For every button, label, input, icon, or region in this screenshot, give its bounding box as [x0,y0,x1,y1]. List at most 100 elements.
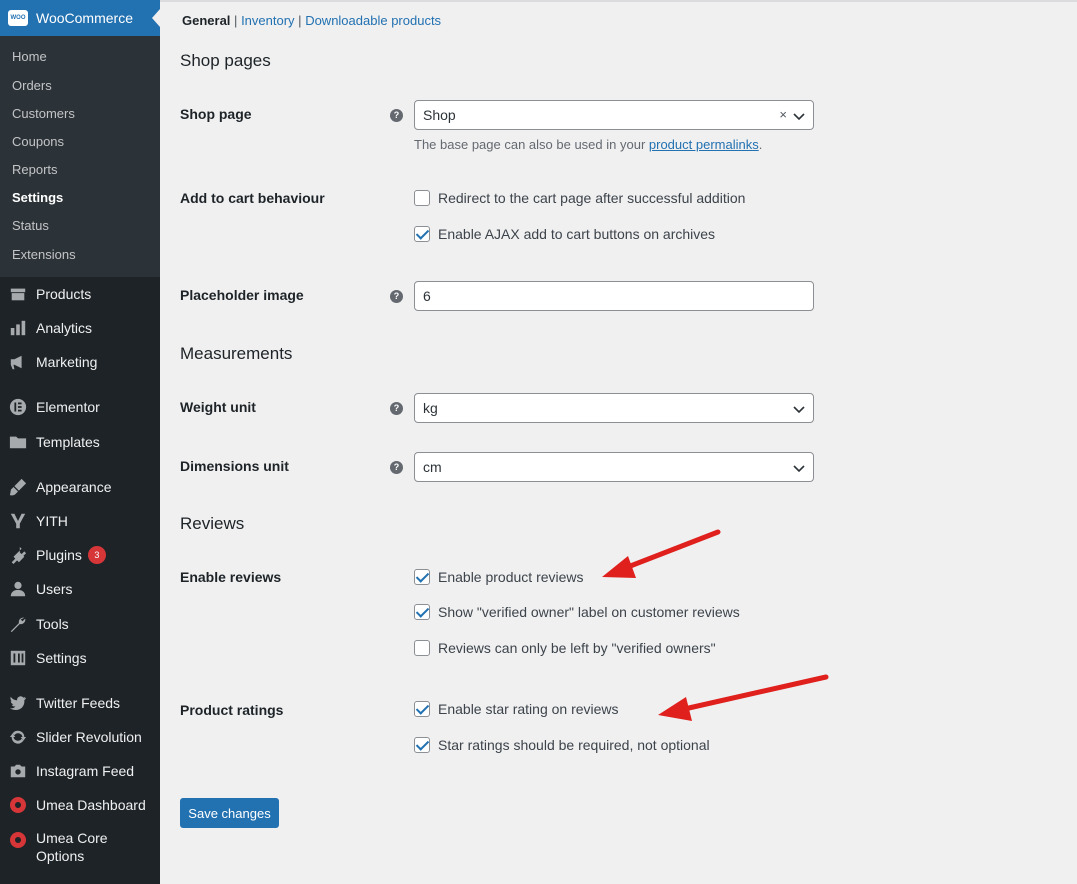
ajax-add-to-cart-checkbox[interactable]: Enable AJAX add to cart buttons on archi… [414,226,715,242]
sidebar-item-label: Umea Core Options [36,830,108,864]
sidebar-item-analytics[interactable]: Analytics [0,313,160,343]
enable-star-rating-checkbox[interactable]: Enable star rating on reviews [414,701,619,717]
checkbox-box[interactable] [414,701,430,717]
placeholder-image-input[interactable]: 6 [414,281,814,311]
verified-owners-only-checkbox[interactable]: Reviews can only be left by "verified ow… [414,640,716,656]
sidebar-item-label: Products [36,286,92,302]
marketing-icon [8,352,28,372]
camera-icon [8,761,28,781]
enable-product-reviews-checkbox[interactable]: Enable product reviews [414,569,584,585]
sidebar-item-tools[interactable]: Tools [0,609,160,639]
sidebar-item-woocommerce[interactable]: WOO WooCommerce [0,0,160,36]
weight-unit-select[interactable]: kg [414,393,814,423]
annotation-arrow-icon [602,529,721,578]
analytics-icon [8,318,28,338]
submenu-item-orders[interactable]: Orders [12,78,52,93]
help-icon[interactable]: ? [390,290,403,303]
plugin-icon [8,545,28,565]
section-subnav: General | Inventory | Downloadable produ… [182,13,441,28]
clear-icon[interactable]: × [779,107,787,122]
checkbox-box[interactable] [414,604,430,620]
section-heading-shop-pages: Shop pages [180,51,271,70]
sidebar-item-plugins[interactable]: Plugins 3 [0,540,160,570]
help-icon[interactable]: ? [390,402,403,415]
product-ratings-label: Product ratings [180,702,284,718]
submenu-item-status[interactable]: Status [12,218,49,233]
yith-icon [8,511,28,531]
checkbox-label: Enable product reviews [438,569,584,585]
verified-owner-label-checkbox[interactable]: Show "verified owner" label on customer … [414,604,740,620]
products-icon [8,284,28,304]
subnav-inventory[interactable]: Inventory [241,13,294,28]
umea-icon [10,832,26,848]
dimensions-unit-value: cm [423,459,442,475]
checkbox-box[interactable] [414,737,430,753]
enable-reviews-label: Enable reviews [180,569,282,585]
sidebar-item-label: Marketing [36,354,98,370]
sidebar-item-appearance[interactable]: Appearance [0,472,160,502]
save-changes-button[interactable]: Save changes [180,798,279,828]
chevron-down-icon [793,113,805,121]
submenu-item-home[interactable]: Home [12,49,47,64]
sidebar-item-umea-core-options[interactable]: Umea Core Options [0,829,160,869]
sidebar-item-twitter-feeds[interactable]: Twitter Feeds [0,688,160,718]
submenu-item-reports[interactable]: Reports [12,162,58,177]
redirect-to-cart-checkbox[interactable]: Redirect to the cart page after successf… [414,190,745,206]
sidebar-item-elementor[interactable]: Elementor [0,392,160,422]
sidebar-item-umea-dashboard[interactable]: Umea Dashboard [0,790,160,820]
submenu-item-customers[interactable]: Customers [12,106,75,121]
top-divider [160,0,1077,2]
description-text: The base page can also be used in your [414,137,649,152]
settings-icon [8,648,28,668]
add-to-cart-label: Add to cart behaviour [180,190,325,206]
checkbox-box[interactable] [414,569,430,585]
sidebar-item-settings[interactable]: Settings [0,643,160,673]
submenu-item-settings[interactable]: Settings [12,190,63,205]
subnav-separator: | [298,13,302,28]
sidebar-item-label: Settings [36,650,87,666]
section-heading-reviews: Reviews [180,514,245,533]
user-icon [8,579,28,599]
sidebar-item-slider-revolution[interactable]: Slider Revolution [0,722,160,752]
sidebar-item-yith[interactable]: YITH [0,506,160,536]
star-rating-required-checkbox[interactable]: Star ratings should be required, not opt… [414,737,710,753]
submenu-item-extensions[interactable]: Extensions [12,247,76,262]
checkbox-label: Show "verified owner" label on customer … [438,604,740,620]
checkbox-label: Enable AJAX add to cart buttons on archi… [438,226,716,242]
sidebar-item-label: YITH [36,513,68,529]
sidebar-item-label: Analytics [36,320,93,336]
weight-unit-value: kg [423,400,438,416]
dimensions-unit-select[interactable]: cm [414,452,814,482]
sidebar-item-instagram-feed[interactable]: Instagram Feed [0,756,160,786]
admin-sidebar: WOO WooCommerce Home Orders Customers Co… [0,0,160,884]
checkbox-box[interactable] [414,190,430,206]
sidebar-item-label: Users [36,581,73,597]
submenu-item-coupons[interactable]: Coupons [12,134,64,149]
sidebar-item-templates[interactable]: Templates [0,427,160,457]
description-text: . [758,137,763,152]
subnav-downloadable-products[interactable]: Downloadable products [305,13,441,28]
brush-icon [8,477,28,497]
product-permalinks-link[interactable]: product permalinks [649,137,759,152]
settings-main: General | Inventory | Downloadable produ… [160,0,1077,884]
woocommerce-logo-icon: WOO [8,10,28,26]
placeholder-image-label: Placeholder image [180,287,304,303]
dimensions-unit-label: Dimensions unit [180,458,289,474]
sidebar-item-label: Umea Dashboard [36,797,146,813]
sidebar-item-label: Slider Revolution [36,729,142,745]
checkbox-label: Star ratings should be required, not opt… [438,737,710,753]
shop-page-select[interactable]: Shop × [414,100,814,130]
sidebar-item-label: Twitter Feeds [36,695,121,711]
sidebar-item-label: Appearance [36,479,112,495]
sidebar-item-users[interactable]: Users [0,574,160,604]
checkbox-label: Reviews can only be left by "verified ow… [438,640,716,656]
sidebar-item-label: Tools [36,616,69,632]
sidebar-item-products[interactable]: Products [0,279,160,309]
checkbox-box[interactable] [414,226,430,242]
sidebar-item-marketing[interactable]: Marketing [0,347,160,377]
shop-page-description: The base page can also be used in your p… [414,137,762,152]
help-icon[interactable]: ? [390,109,403,122]
help-icon[interactable]: ? [390,461,403,474]
subnav-general[interactable]: General [182,13,230,28]
checkbox-box[interactable] [414,640,430,656]
